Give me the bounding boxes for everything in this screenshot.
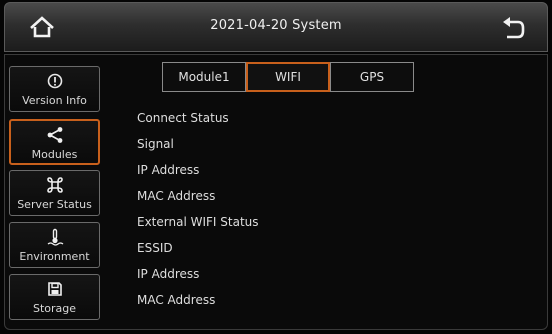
sidebar-item-label: Modules (31, 148, 78, 161)
row-connect-status: Connect Status (137, 111, 229, 125)
thermometer-icon (10, 227, 99, 247)
sidebar-item-label: Version Info (22, 94, 87, 107)
back-button[interactable] (499, 15, 527, 41)
sidebar-item-label: Environment (19, 250, 90, 263)
row-external-wifi-status: External WIFI Status (137, 215, 259, 229)
page-title: 2021-04-20 System (210, 18, 342, 33)
command-icon (10, 175, 99, 195)
row-external-mac-address: MAC Address (137, 293, 216, 307)
header-bar: 2021-04-20 System (4, 2, 548, 52)
sidebar-item-environment[interactable]: Environment (9, 222, 100, 268)
sidebar-item-modules[interactable]: Modules (9, 119, 100, 165)
row-ip-address: IP Address (137, 163, 200, 177)
row-signal: Signal (137, 137, 174, 151)
tab-wifi[interactable]: WIFI (246, 62, 330, 92)
row-external-ip-address: IP Address (137, 267, 200, 281)
floppy-disk-icon (10, 279, 99, 299)
row-mac-address: MAC Address (137, 189, 216, 203)
share-icon (11, 125, 98, 145)
sidebar-item-label: Storage (32, 302, 77, 315)
row-essid: ESSID (137, 241, 173, 255)
system-screen: 2021-04-20 System Version Info Modules S… (0, 0, 552, 334)
info-circle-icon (10, 71, 99, 91)
back-arrow-icon (503, 17, 525, 39)
tab-gps[interactable]: GPS (330, 62, 414, 92)
sidebar-item-version-info[interactable]: Version Info (9, 66, 100, 112)
sidebar-item-storage[interactable]: Storage (9, 274, 100, 320)
sidebar-item-server-status[interactable]: Server Status (9, 170, 100, 216)
sidebar-item-label: Server Status (17, 198, 92, 211)
tab-module1[interactable]: Module1 (162, 62, 246, 92)
